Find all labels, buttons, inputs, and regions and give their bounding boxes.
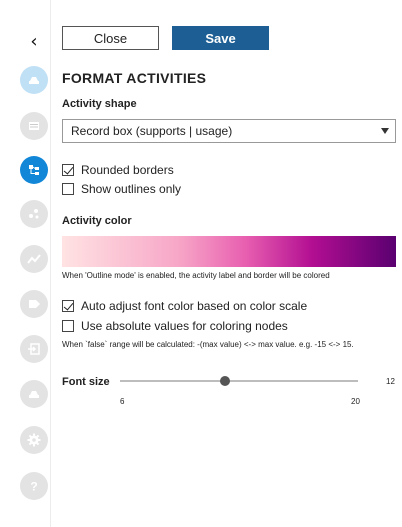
absolute-values-label: Use absolute values for coloring nodes [81, 319, 288, 333]
sidebar-rail: ‹ ? [0, 0, 51, 527]
checkbox-unchecked-icon[interactable] [62, 320, 74, 332]
tag-icon[interactable] [20, 290, 48, 318]
auto-adjust-font-label: Auto adjust font color based on color sc… [81, 299, 308, 313]
chevron-left-icon[interactable]: ‹ [24, 31, 44, 52]
auto-adjust-font-checkbox[interactable]: Auto adjust font color based on color sc… [62, 298, 307, 314]
checkbox-unchecked-icon[interactable] [62, 183, 74, 195]
rounded-borders-label: Rounded borders [81, 163, 174, 177]
panel-title: FORMAT ACTIVITIES [62, 70, 207, 86]
font-size-max: 20 [351, 397, 360, 406]
font-size-slider-thumb[interactable] [220, 376, 230, 386]
svg-text:?: ? [30, 480, 37, 494]
gear-icon[interactable] [20, 426, 48, 454]
checkbox-checked-icon[interactable] [62, 164, 74, 176]
font-size-min: 6 [120, 397, 125, 406]
box-icon[interactable] [20, 380, 48, 408]
nodes-icon[interactable] [20, 200, 48, 228]
checkbox-checked-icon[interactable] [62, 300, 74, 312]
font-size-value: 12 [386, 377, 395, 386]
activity-color-label: Activity color [62, 215, 132, 227]
activity-shape-label: Activity shape [62, 98, 137, 110]
activities-icon[interactable] [20, 156, 48, 184]
box-icon[interactable] [20, 66, 48, 94]
save-button[interactable]: Save [172, 26, 269, 50]
trend-icon[interactable] [20, 245, 48, 273]
close-button[interactable]: Close [62, 26, 159, 50]
outline-mode-note: When 'Outline mode' is enabled, the acti… [62, 271, 330, 280]
absolute-values-note: When `false` range will be calculated: -… [62, 340, 354, 349]
import-icon[interactable] [20, 335, 48, 363]
font-size-label: Font size [62, 376, 110, 388]
absolute-values-checkbox[interactable]: Use absolute values for coloring nodes [62, 318, 288, 334]
activity-shape-select[interactable]: Record box (supports | usage) [62, 119, 396, 143]
chevron-down-icon [381, 128, 389, 134]
help-icon[interactable]: ? [20, 472, 48, 500]
show-outlines-label: Show outlines only [81, 182, 182, 196]
rounded-borders-checkbox[interactable]: Rounded borders [62, 162, 174, 178]
activity-shape-value: Record box (supports | usage) [71, 124, 233, 138]
font-size-slider-track[interactable] [120, 380, 358, 382]
activity-color-scale[interactable] [62, 236, 396, 267]
show-outlines-checkbox[interactable]: Show outlines only [62, 181, 181, 197]
list-icon[interactable] [20, 112, 48, 140]
